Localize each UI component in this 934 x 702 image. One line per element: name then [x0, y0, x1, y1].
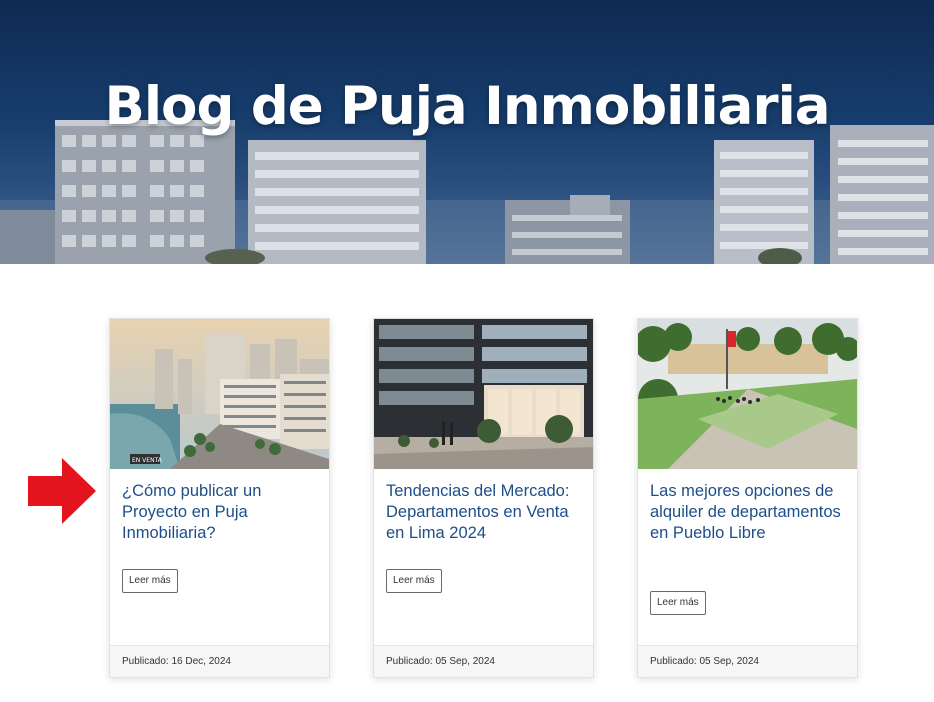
- blog-card-3: Las mejores opciones de alquiler de depa…: [637, 318, 858, 678]
- blog-card-1-footer: Publicado: 16 Dec, 2024: [110, 645, 329, 677]
- published-label: Publicado:: [122, 656, 169, 667]
- blog-card-2-title[interactable]: Tendencias del Mercado: Departamentos en…: [386, 481, 586, 544]
- published-date: 05 Sep, 2024: [699, 656, 759, 667]
- blog-card-1: EN VENTA ¿Cómo publicar un Proyecto en P…: [109, 318, 330, 678]
- published-label: Publicado:: [650, 656, 697, 667]
- hero-banner: Blog de Puja Inmobiliaria: [0, 0, 934, 264]
- blog-card-3-image[interactable]: [638, 319, 857, 469]
- blog-card-2: Tendencias del Mercado: Departamentos en…: [373, 318, 594, 678]
- blog-card-1-title[interactable]: ¿Cómo publicar un Proyecto en Puja Inmob…: [122, 481, 322, 544]
- read-more-button-2[interactable]: Leer más: [386, 569, 442, 593]
- blog-card-2-image[interactable]: [374, 319, 593, 469]
- read-more-button-1[interactable]: Leer más: [122, 569, 178, 593]
- published-date: 05 Sep, 2024: [435, 656, 495, 667]
- thumb-sign-text: EN VENTA: [132, 457, 163, 464]
- published-date: 16 Dec, 2024: [171, 656, 231, 667]
- published-label: Publicado:: [386, 656, 433, 667]
- red-arrow-right-icon: [28, 458, 96, 524]
- read-more-button-3[interactable]: Leer más: [650, 591, 706, 615]
- blog-card-2-footer: Publicado: 05 Sep, 2024: [374, 645, 593, 677]
- blog-card-1-image[interactable]: EN VENTA: [110, 319, 329, 469]
- blog-card-3-title[interactable]: Las mejores opciones de alquiler de depa…: [650, 481, 850, 544]
- page-title: Blog de Puja Inmobiliaria: [104, 76, 830, 137]
- blog-card-3-footer: Publicado: 05 Sep, 2024: [638, 645, 857, 677]
